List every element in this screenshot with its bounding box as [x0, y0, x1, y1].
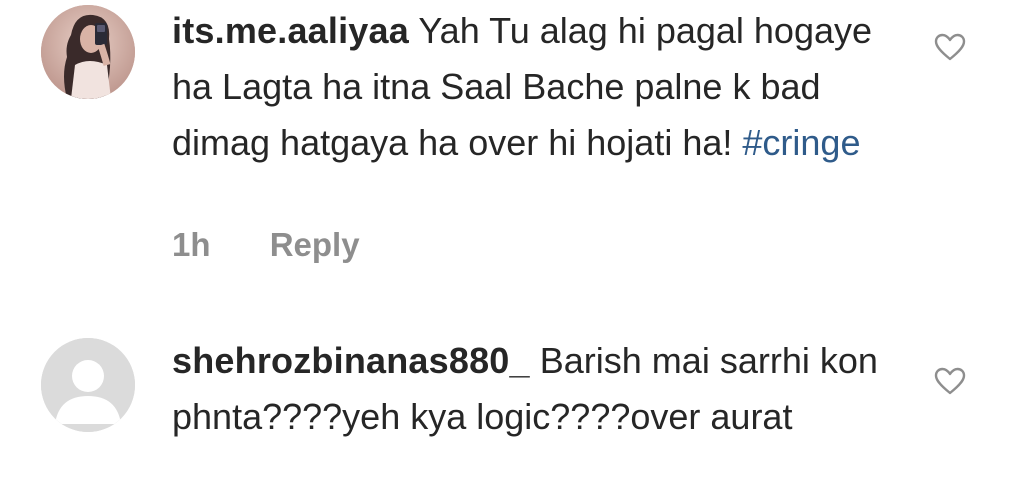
heart-outline-icon[interactable] [934, 366, 966, 396]
profile-photo [41, 5, 135, 99]
hashtag-link[interactable]: #cringe [742, 122, 860, 163]
user-avatar[interactable] [41, 5, 135, 99]
reply-button[interactable]: Reply [270, 226, 360, 264]
comment-username[interactable]: shehrozbinanas880_ [172, 340, 530, 381]
comment-text: shehrozbinanas880_ Barish mai sarrhi kon… [172, 333, 912, 445]
comment-username[interactable]: its.me.aaliyaa [172, 10, 409, 51]
heart-outline-icon[interactable] [934, 32, 966, 62]
comment-timestamp: 1h [172, 226, 211, 263]
user-avatar[interactable] [41, 338, 135, 432]
comment-meta: 1h Reply [172, 226, 360, 264]
default-avatar-icon [41, 338, 135, 432]
comment-text: its.me.aaliyaa Yah Tu alag hi pagal hoga… [172, 3, 912, 171]
